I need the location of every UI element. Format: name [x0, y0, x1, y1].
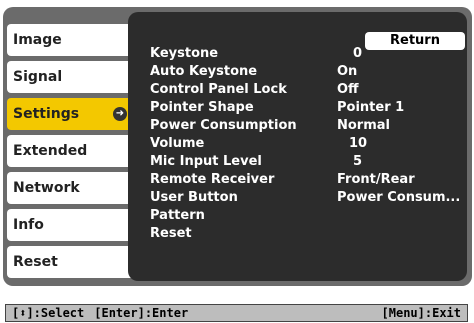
setting-control-panel-lock-value: Off: [337, 82, 359, 97]
settings-content: Return Keystone 0 Auto Keystone On Contr…: [128, 12, 467, 281]
tab-list: Image Signal Settings ➜ Extended Network…: [3, 7, 133, 286]
tab-label: Info: [13, 217, 44, 233]
tab-label: Reset: [13, 254, 58, 270]
tab-label: Signal: [13, 69, 63, 85]
setting-pointer-shape-value: Pointer 1: [337, 100, 405, 115]
setting-control-panel-lock-label[interactable]: Control Panel Lock: [150, 81, 287, 99]
setting-mic-input-level-value: 5: [353, 154, 363, 169]
exit-hint: [Menu]:Exit: [381, 306, 461, 320]
tab-info[interactable]: Info: [7, 209, 132, 241]
setting-mic-input-level-label[interactable]: Mic Input Level: [150, 153, 262, 171]
tab-label: Settings: [13, 106, 80, 122]
setting-reset-label[interactable]: Reset: [150, 225, 192, 243]
setting-keystone-value: 0: [353, 46, 363, 61]
tab-label: Network: [13, 180, 80, 196]
return-button[interactable]: Return: [365, 32, 465, 50]
setting-user-button-label[interactable]: User Button: [150, 189, 238, 207]
setting-user-button-value: Power Consum...: [337, 190, 461, 205]
select-hint: [⬍]:Select: [12, 306, 85, 320]
enter-hint: [Enter]:Enter: [94, 306, 189, 320]
tab-label: Extended: [13, 143, 88, 159]
enter-arrow-icon: ➜: [113, 107, 127, 121]
setting-power-consumption-value: Normal: [337, 118, 390, 133]
setting-keystone-label[interactable]: Keystone: [150, 45, 218, 63]
setting-remote-receiver-value: Front/Rear: [337, 172, 415, 187]
tab-image[interactable]: Image: [7, 24, 132, 56]
setting-pointer-shape-label[interactable]: Pointer Shape: [150, 99, 254, 117]
tab-network[interactable]: Network: [7, 172, 132, 204]
menu-panel: Image Signal Settings ➜ Extended Network…: [3, 7, 472, 286]
setting-auto-keystone-value: On: [337, 64, 358, 79]
setting-volume-label[interactable]: Volume: [150, 135, 204, 153]
tab-signal[interactable]: Signal: [7, 61, 132, 93]
tab-extended[interactable]: Extended: [7, 135, 132, 167]
tab-settings[interactable]: Settings ➜: [7, 98, 132, 130]
setting-remote-receiver-label[interactable]: Remote Receiver: [150, 171, 274, 189]
status-bar: [⬍]:Select [Enter]:Enter [Menu]:Exit: [5, 304, 468, 322]
setting-pattern-label[interactable]: Pattern: [150, 207, 205, 225]
tab-reset[interactable]: Reset: [7, 246, 132, 278]
tab-label: Image: [13, 32, 62, 48]
setting-volume-value: 10: [349, 136, 368, 151]
setting-power-consumption-label[interactable]: Power Consumption: [150, 117, 297, 135]
setting-auto-keystone-label[interactable]: Auto Keystone: [150, 63, 257, 81]
